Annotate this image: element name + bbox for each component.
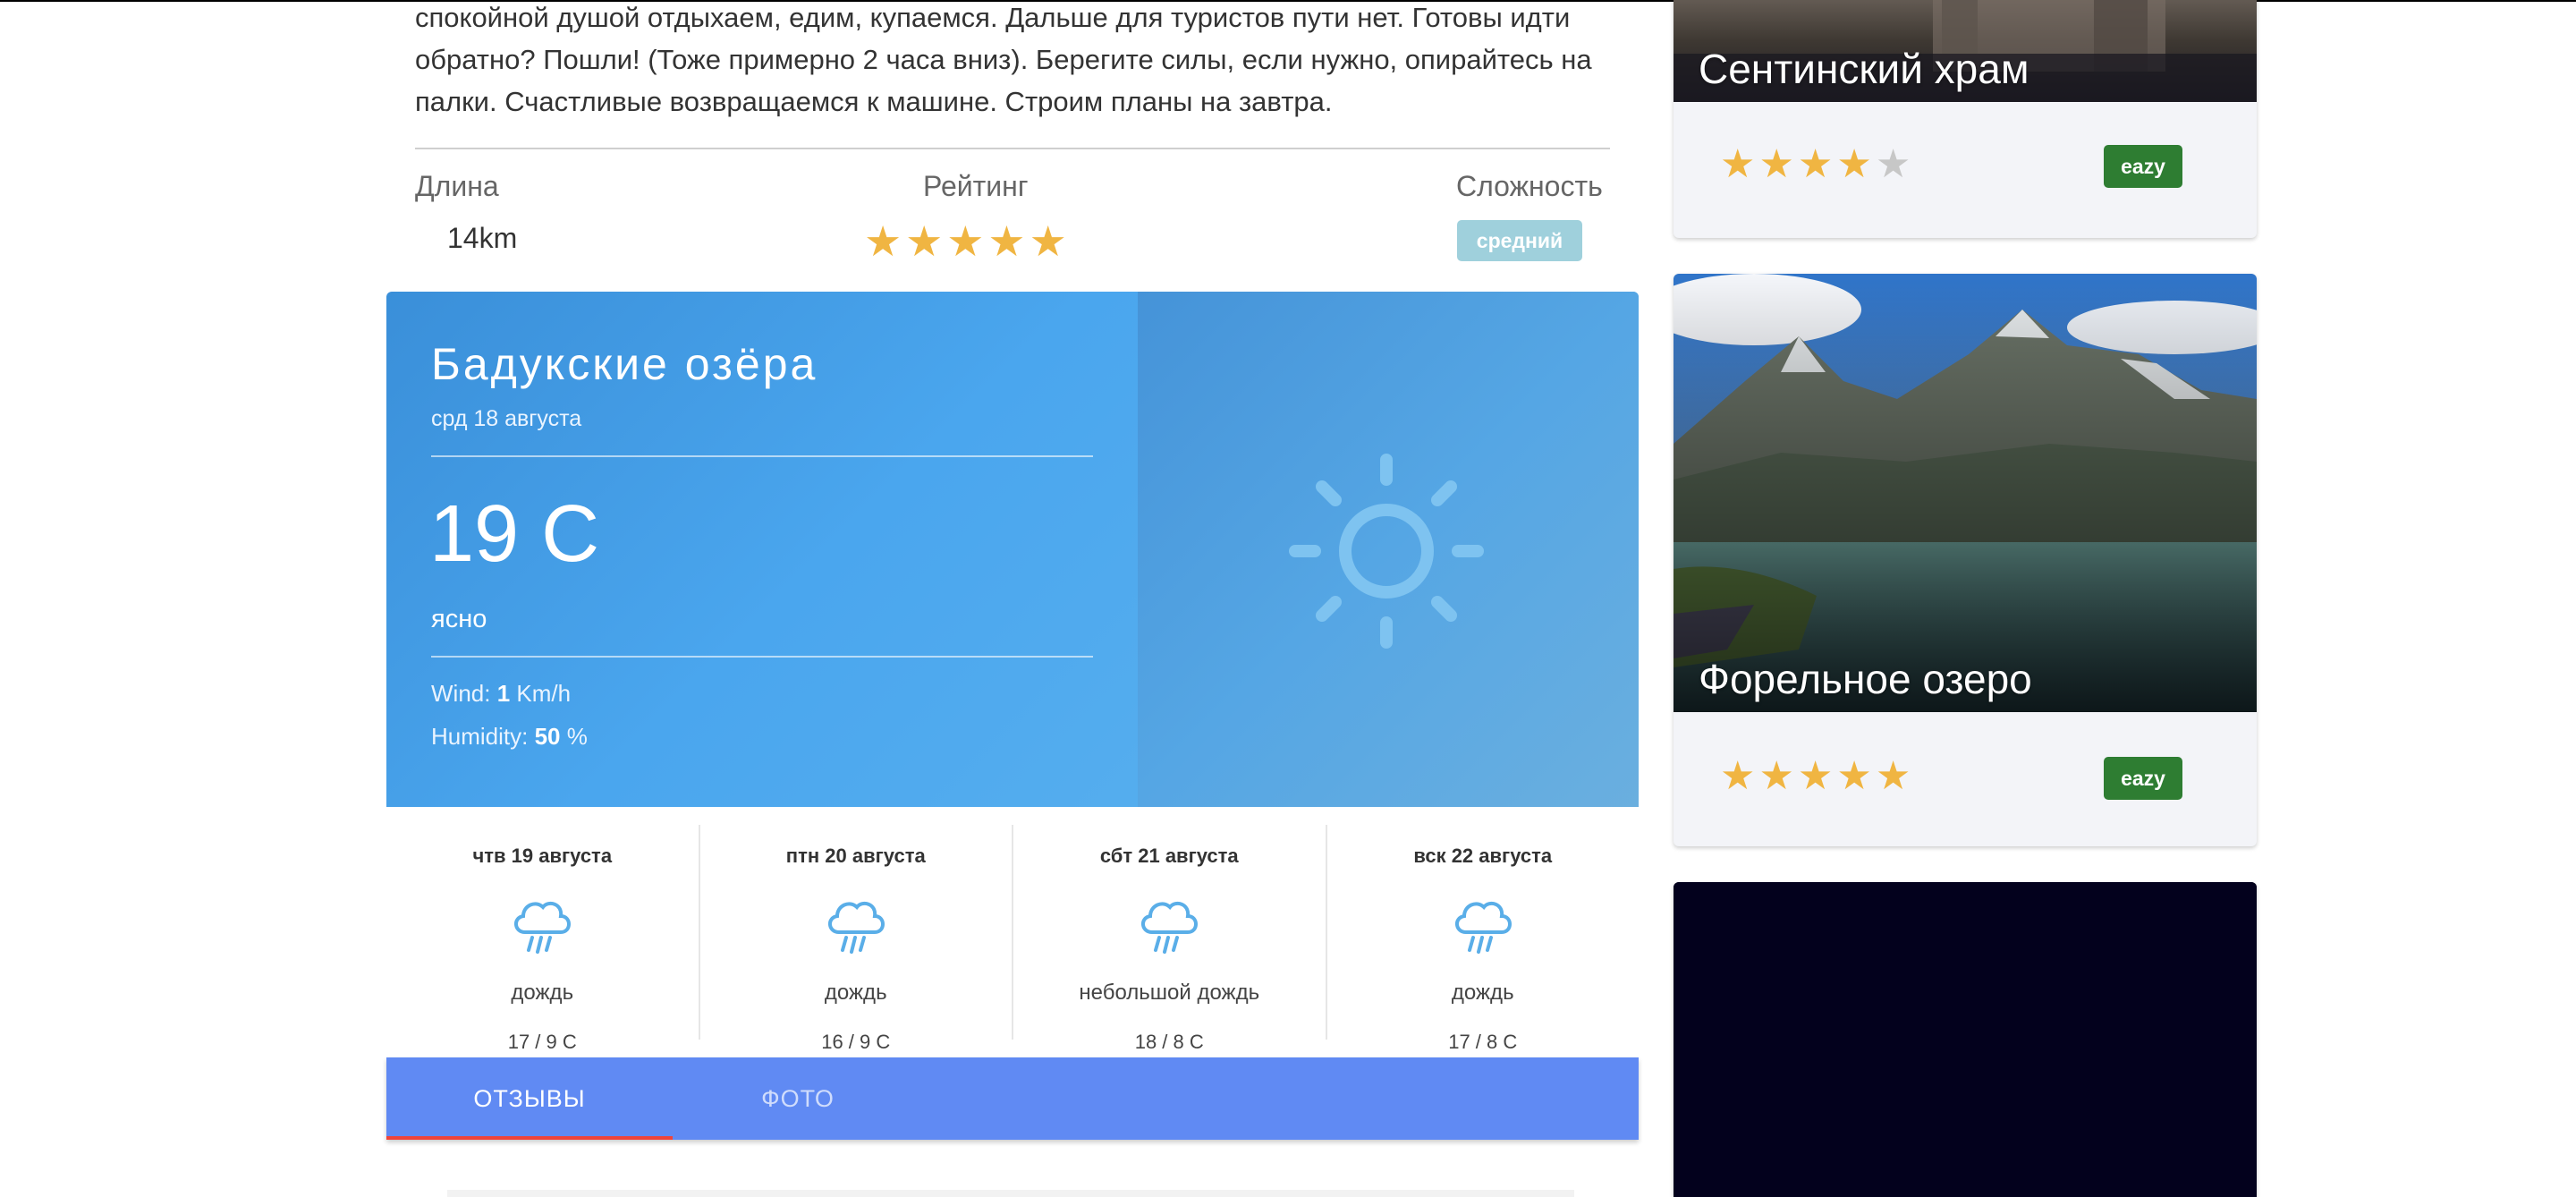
star-icon: ★: [905, 217, 944, 265]
forecast-date: сбт 21 августа: [1099, 845, 1239, 867]
forecast-row: чтв 19 августа дождь 17 / 9 C птн 20 авг…: [386, 807, 1639, 1057]
star-empty-icon: ★: [1875, 142, 1911, 186]
forecast-day: птн 20 августа дождь 16 / 9 C: [698, 825, 1013, 1053]
wind-value: 1: [496, 680, 511, 707]
star-icon: ★: [1797, 754, 1834, 798]
forecast-temps: 16 / 9 C: [821, 1031, 891, 1053]
wind-label: Wind:: [431, 680, 491, 707]
forecast-description: дождь: [1451, 981, 1514, 1005]
forecast-date: вск 22 августа: [1413, 845, 1553, 867]
content-edge: [447, 1190, 1574, 1197]
card-image[interactable]: Форельное озеро: [1674, 274, 2257, 712]
tab-bar: ОТЗЫВЫ ФОТО: [386, 1057, 1639, 1140]
wind-unit: Km/h: [516, 680, 572, 707]
star-icon: ★: [1836, 142, 1872, 186]
route-card[interactable]: Сентинский храм ★ ★ ★ ★ ★ eazy: [1674, 0, 2257, 238]
card-title: Форельное озеро: [1699, 656, 2032, 702]
forecast-description: дождь: [511, 981, 574, 1005]
forecast-temps: 18 / 8 C: [1134, 1031, 1204, 1053]
rating-stars: ★ ★ ★ ★ ★: [864, 220, 1067, 262]
humidity-value: 50: [534, 723, 561, 750]
forecast-day: сбт 21 августа небольшой дождь 18 / 8 C: [1012, 825, 1326, 1053]
forecast-date: чтв 19 августа: [472, 845, 613, 867]
weather-description: ясно: [431, 605, 487, 633]
sun-icon: [1289, 454, 1484, 649]
weather-city: Бадукские озёра: [431, 339, 818, 389]
article-paragraph: спокойной душой отдыхаем, едим, купаемся…: [415, 2, 1592, 117]
length-value: 14km: [447, 222, 518, 254]
forecast-temps: 17 / 8 C: [1448, 1031, 1518, 1053]
forecast-description: дождь: [824, 981, 887, 1005]
card-title: Сентинский храм: [1699, 46, 2029, 92]
difficulty-badge: eazy: [2104, 145, 2182, 188]
card-rating: ★ ★ ★ ★ ★: [1720, 145, 1911, 184]
humidity-label: Humidity:: [431, 723, 529, 750]
tab-reviews[interactable]: ОТЗЫВЫ: [386, 1057, 673, 1140]
card-image[interactable]: Сентинский храм: [1674, 0, 2257, 102]
star-icon: ★: [1836, 754, 1872, 798]
star-icon: ★: [1875, 754, 1911, 798]
divider: [415, 148, 1610, 149]
star-icon: ★: [1758, 754, 1794, 798]
forecast-day: чтв 19 августа дождь 17 / 9 C: [386, 825, 699, 1053]
humidity-unit: %: [566, 723, 588, 750]
rain-cloud-icon: [1454, 901, 1512, 954]
star-icon: ★: [946, 217, 985, 265]
rating-label: Рейтинг: [923, 170, 1029, 202]
difficulty-label: Сложность: [1456, 170, 1603, 202]
length-label: Длина: [415, 170, 499, 202]
star-icon: ★: [1720, 142, 1756, 186]
difficulty-badge: средний: [1457, 220, 1582, 261]
weather-temperature: 19 C: [429, 489, 600, 579]
rain-cloud-icon: [514, 901, 572, 954]
lake-photo: [1674, 274, 2257, 712]
weather-wind: Wind: 1 Km/h: [431, 680, 571, 708]
star-icon: ★: [1758, 142, 1794, 186]
card-rating: ★ ★ ★ ★ ★: [1720, 757, 1911, 796]
forecast-day: вск 22 августа дождь 17 / 8 C: [1325, 825, 1640, 1053]
forecast-description: небольшой дождь: [1079, 981, 1260, 1005]
star-icon: ★: [987, 217, 1026, 265]
rain-cloud-icon: [827, 901, 885, 954]
divider: [431, 656, 1093, 658]
forecast-temps: 17 / 9 C: [507, 1031, 577, 1053]
rain-cloud-icon: [1141, 901, 1199, 954]
tab-photos[interactable]: ФОТО: [673, 1057, 923, 1140]
star-icon: ★: [1797, 142, 1834, 186]
forecast-date: птн 20 августа: [785, 845, 926, 867]
star-icon: ★: [1029, 217, 1067, 265]
weather-date: срд 18 августа: [431, 406, 582, 431]
difficulty-badge: eazy: [2104, 757, 2182, 800]
route-card[interactable]: Форельное озеро ★ ★ ★ ★ ★ eazy: [1674, 274, 2257, 846]
star-icon: ★: [864, 217, 902, 265]
weather-humidity: Humidity: 50 %: [431, 723, 588, 751]
divider: [431, 455, 1093, 457]
route-card[interactable]: [1674, 882, 2257, 1197]
card-image[interactable]: [1674, 882, 2257, 1197]
star-icon: ★: [1720, 754, 1756, 798]
